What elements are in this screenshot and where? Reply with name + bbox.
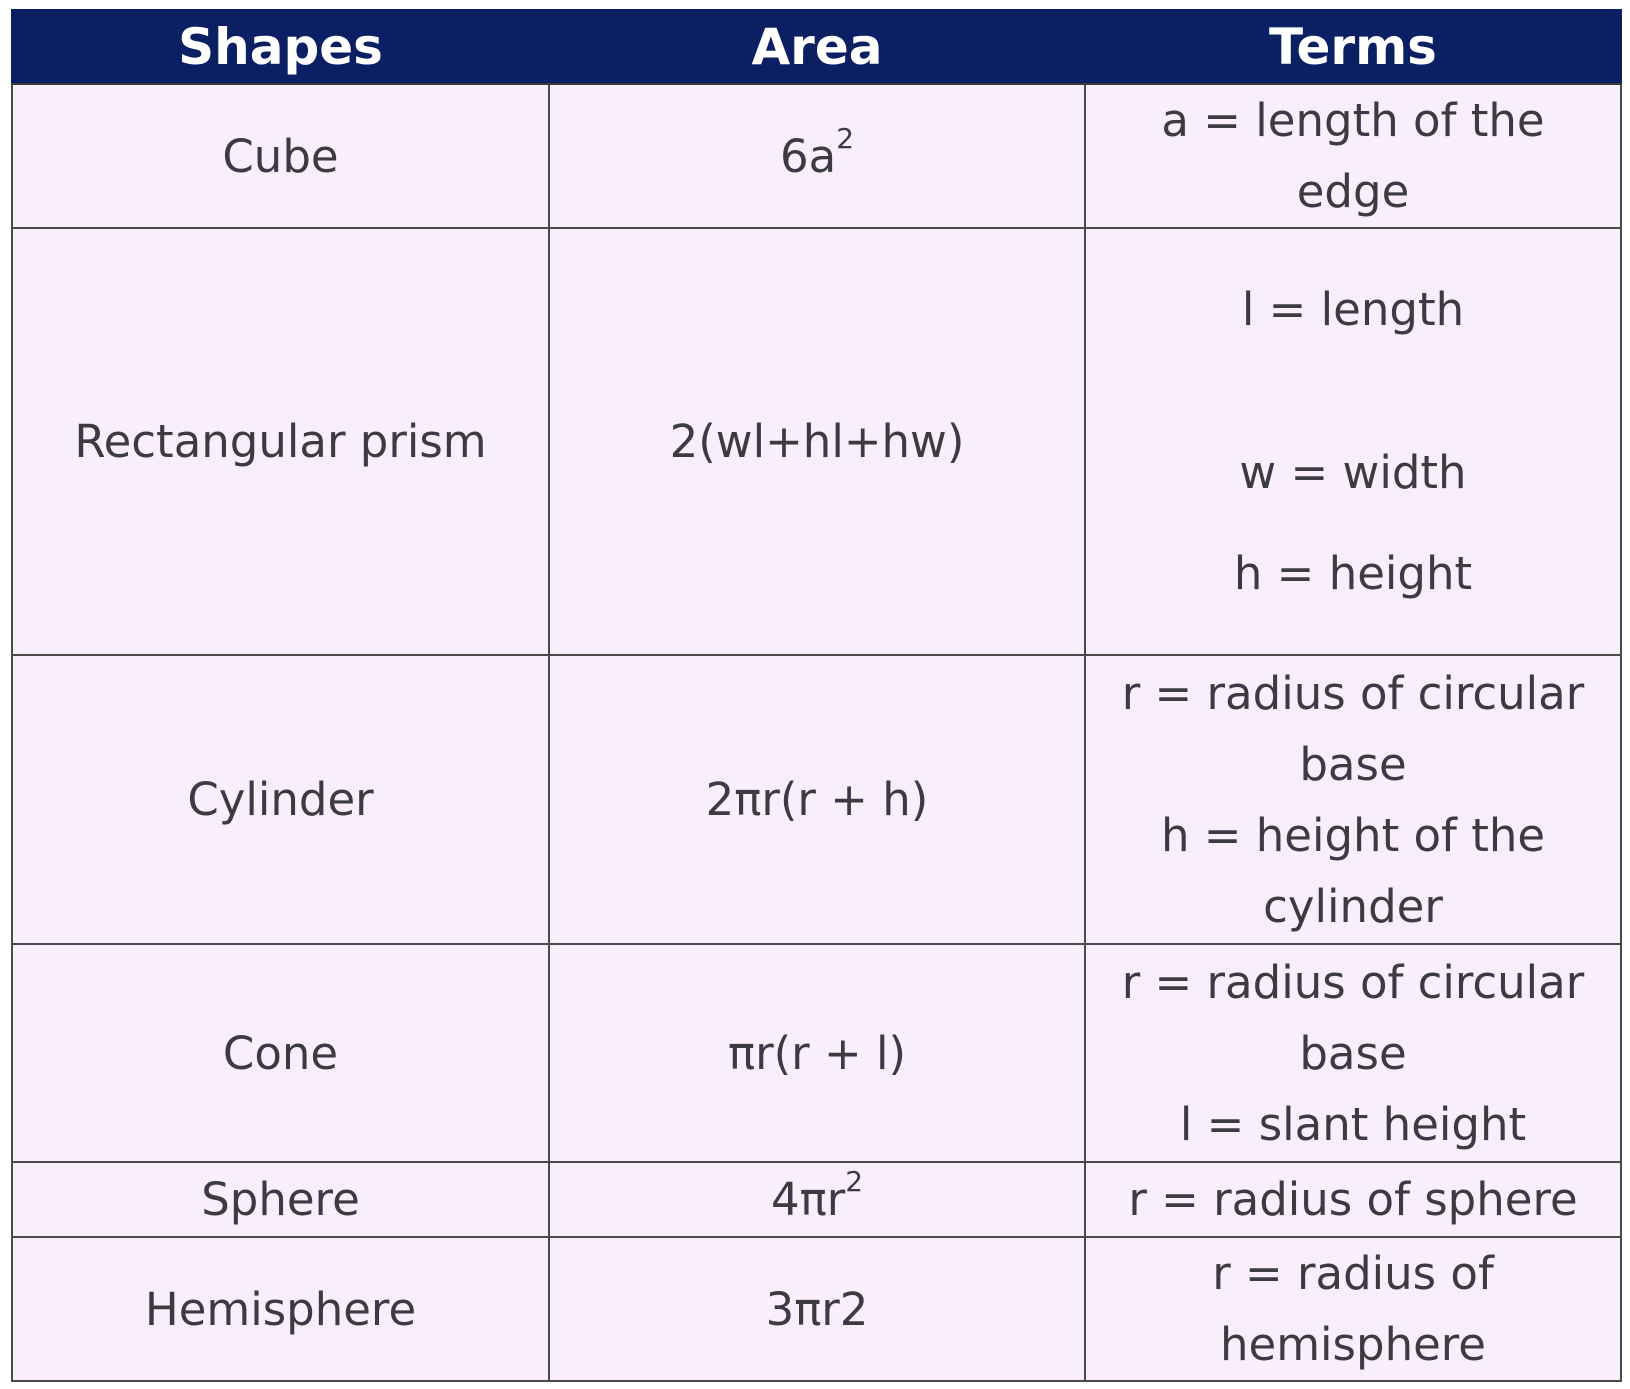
area-exponent: 2 — [836, 121, 855, 155]
table-row: Cone πr(r + l) r = radius of circular ba… — [11, 943, 1622, 1163]
area-cell: 2πr(r + h) — [548, 654, 1086, 945]
term-line: l = length — [1241, 283, 1465, 336]
term-line: h = height of the — [1160, 808, 1546, 862]
table-header: Shapes Area Terms — [11, 9, 1622, 85]
area-cell: 3πr2 — [548, 1236, 1086, 1382]
term-line: hemisphere — [1220, 1318, 1486, 1371]
area-exponent: 2 — [845, 1165, 864, 1199]
terms-cell: r = radius of circular base l = slant he… — [1084, 943, 1622, 1163]
area-formula: πr(r + l) — [727, 1026, 907, 1080]
term-line: r = radius of — [1212, 1247, 1494, 1300]
header-shapes: Shapes — [11, 9, 550, 85]
area-cell: πr(r + l) — [548, 943, 1086, 1163]
table-row: Sphere 4πr2 r = radius of sphere — [11, 1161, 1622, 1238]
term-line: base — [1299, 1026, 1407, 1080]
terms-cell: l = length w = width h = height — [1084, 227, 1622, 656]
shape-cell: Cone — [11, 943, 550, 1163]
surface-area-table: Shapes Area Terms Cube 6a2 a = length of… — [11, 9, 1622, 1382]
term-line: r = radius of circular — [1121, 955, 1585, 1009]
terms-cell: r = radius of sphere — [1084, 1161, 1622, 1238]
term-spacer — [1102, 345, 1604, 437]
term-line: h = height — [1233, 547, 1473, 600]
terms-cell: a = length of the edge — [1084, 83, 1622, 229]
area-cell: 2(wl+hl+hw) — [548, 227, 1086, 656]
shape-cell: Cylinder — [11, 654, 550, 945]
term-line: base — [1299, 737, 1407, 791]
table-row: Hemisphere 3πr2 r = radius of hemisphere — [11, 1236, 1622, 1382]
area-cell: 6a2 — [548, 83, 1086, 229]
area-formula: 4πr — [770, 1173, 846, 1226]
table-row: Cube 6a2 a = length of the edge — [11, 83, 1622, 229]
header-row: Shapes Area Terms — [11, 9, 1622, 85]
area-formula: 2(wl+hl+hw) — [669, 415, 965, 468]
term-line: edge — [1296, 165, 1410, 218]
table-body: Cube 6a2 a = length of the edge Rectangu… — [11, 83, 1622, 1382]
term-line: cylinder — [1263, 879, 1443, 933]
term-line: l = slant height — [1179, 1097, 1527, 1151]
shape-cell: Sphere — [11, 1161, 550, 1238]
term-line: r = radius of sphere — [1128, 1173, 1578, 1226]
area-formula: 3πr2 — [765, 1282, 869, 1336]
header-area: Area — [548, 9, 1086, 85]
shape-cell: Hemisphere — [11, 1236, 550, 1382]
table-row: Cylinder 2πr(r + h) r = radius of circul… — [11, 654, 1622, 945]
shape-cell: Rectangular prism — [11, 227, 550, 656]
area-formula: 2πr(r + h) — [705, 773, 929, 826]
shape-cell: Cube — [11, 83, 550, 229]
terms-cell: r = radius of circular base h = height o… — [1084, 654, 1622, 945]
table-row: Rectangular prism 2(wl+hl+hw) l = length… — [11, 227, 1622, 656]
term-line: a = length of the — [1161, 94, 1545, 147]
area-cell: 4πr2 — [548, 1161, 1086, 1238]
term-line: w = width — [1239, 446, 1467, 499]
header-terms: Terms — [1084, 9, 1622, 85]
terms-cell: r = radius of hemisphere — [1084, 1236, 1622, 1382]
area-formula: 6a — [779, 129, 837, 183]
term-line: r = radius of circular — [1121, 666, 1585, 720]
